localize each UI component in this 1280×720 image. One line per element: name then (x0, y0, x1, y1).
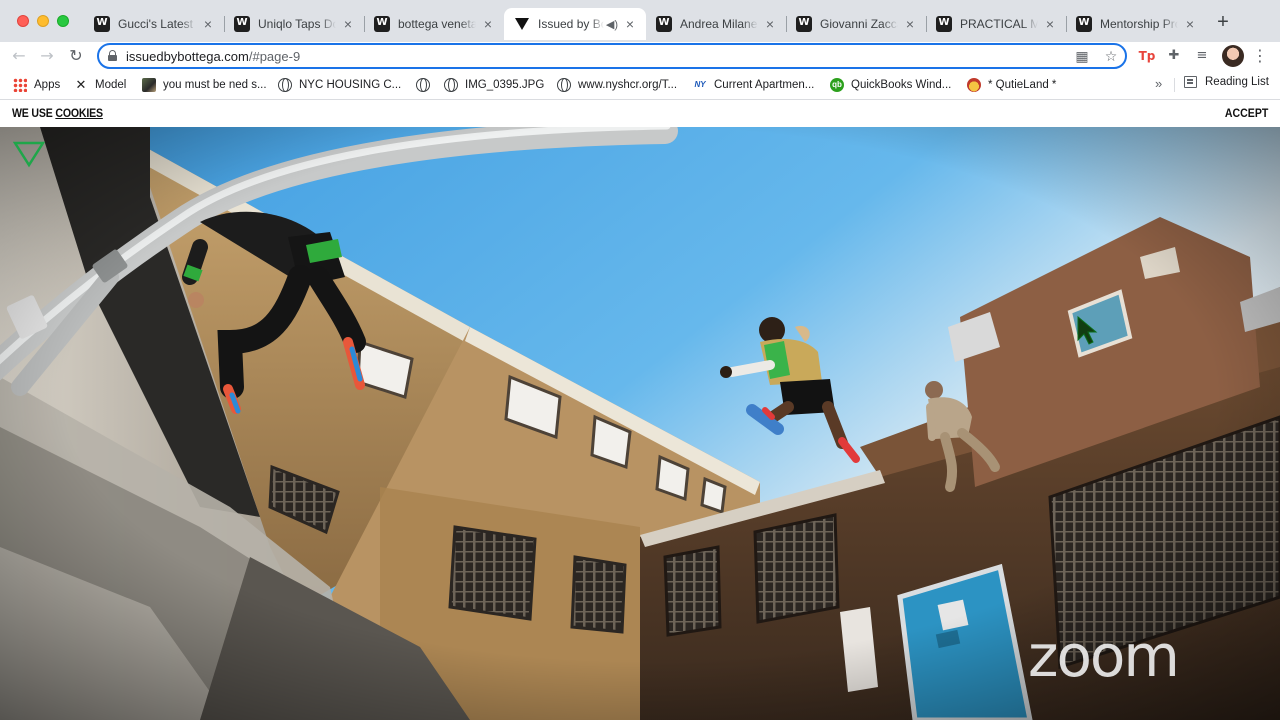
tab-title: Gucci's Latest C (118, 17, 196, 31)
w-favicon-icon (374, 16, 390, 32)
x-icon: ✕ (75, 77, 87, 92)
reload-button[interactable]: ↻ (65, 45, 87, 67)
tab-title: Andrea Milanes (680, 17, 758, 31)
tab-bottega-veneta[interactable]: bottega veneta × (364, 8, 504, 40)
w-favicon-icon (656, 16, 672, 32)
tab-title: Giovanni Zaccar (820, 17, 898, 31)
bookmark-untitled[interactable] (416, 76, 437, 94)
tab-title: PRACTICAL MIN (960, 17, 1038, 31)
tp-extension-icon[interactable]: Tp (1137, 46, 1157, 66)
back-button[interactable]: ← (8, 45, 30, 67)
globe-icon (416, 78, 430, 92)
cookie-notice: WE USE COOKIES (12, 106, 103, 120)
qr-code-icon[interactable]: ▦ (1073, 48, 1091, 66)
globe-icon (557, 78, 571, 92)
tab-close-icon[interactable]: × (1042, 16, 1058, 32)
lock-icon[interactable] (108, 50, 117, 61)
media-queue-icon[interactable]: ≡ (1192, 46, 1212, 66)
zoom-watermark: zoom (1028, 622, 1180, 690)
bookmark-qutieland[interactable]: * QutieLand * (967, 76, 1056, 94)
w-favicon-icon (234, 16, 250, 32)
bookmark-apps[interactable]: Apps (13, 76, 60, 94)
tab-title: Issued by Bo (538, 17, 604, 31)
bookmark-star-icon[interactable]: ☆ (1102, 48, 1120, 66)
w-favicon-icon (796, 16, 812, 32)
bottega-triangle-logo-icon[interactable] (13, 140, 45, 168)
forward-button[interactable]: → (36, 45, 58, 67)
window-minimize-button[interactable] (37, 15, 49, 27)
triangle-favicon-icon (514, 16, 530, 32)
tab-gucci[interactable]: Gucci's Latest C × (84, 8, 224, 40)
accept-cookies-button[interactable]: ACCEPT (1225, 106, 1268, 120)
bookmark-nyshcr[interactable]: www.nyshcr.org/T... (557, 76, 677, 94)
cookie-banner: WE USE COOKIES ACCEPT (0, 100, 1280, 127)
bookmarks-bar: Apps ✕ Model you must be ned s... NYC HO… (0, 70, 1280, 100)
globe-icon (444, 78, 458, 92)
speaker-icon[interactable]: ◀) (606, 18, 618, 31)
address-bar[interactable]: issuedbybottega.com/#page-9 ▦ ☆ (97, 43, 1127, 69)
puzzle-extensions-icon[interactable]: ✚ (1164, 46, 1184, 66)
bookmark-img-0395[interactable]: IMG_0395.JPG (444, 76, 544, 94)
browser-menu-icon[interactable]: ⋮ (1252, 46, 1268, 66)
tab-title: Uniqlo Taps Dor (258, 17, 336, 31)
tab-close-icon[interactable]: × (480, 16, 496, 32)
window-close-button[interactable] (17, 15, 29, 27)
bookmark-nyc-housing[interactable]: NYC HOUSING C... (278, 76, 401, 94)
profile-avatar[interactable] (1222, 45, 1244, 67)
tab-practical-min[interactable]: PRACTICAL MIN × (926, 8, 1066, 40)
new-tab-button[interactable]: + (1213, 12, 1233, 32)
tab-close-icon[interactable]: × (1182, 16, 1198, 32)
tab-close-icon[interactable]: × (622, 16, 638, 32)
bookmark-you-must-be-ned[interactable]: you must be ned s... (142, 76, 267, 94)
globe-icon (278, 78, 292, 92)
tab-andrea-milanesi[interactable]: Andrea Milanes × (646, 8, 786, 40)
ny-logo-icon: NY (694, 80, 706, 89)
tab-issued-by-bottega[interactable]: Issued by Bo ◀) × (504, 8, 646, 40)
w-favicon-icon (94, 16, 110, 32)
window-zoom-button[interactable] (57, 15, 69, 27)
tab-uniqlo[interactable]: Uniqlo Taps Dor × (224, 8, 364, 40)
thumbnail-icon (142, 78, 156, 92)
w-favicon-icon (1076, 16, 1092, 32)
bookmarks-divider (1174, 78, 1175, 92)
bookmark-quickbooks[interactable]: qb QuickBooks Wind... (830, 76, 951, 94)
bookmarks-overflow-button[interactable]: » (1155, 76, 1162, 91)
bookmark-model[interactable]: ✕ Model (74, 76, 127, 94)
tab-close-icon[interactable]: × (762, 16, 778, 32)
bookmark-current-apartments[interactable]: NY Current Apartmen... (693, 76, 814, 94)
tab-mentorship-prog[interactable]: Mentorship Prog × (1066, 8, 1206, 40)
w-favicon-icon (936, 16, 952, 32)
cookies-link[interactable]: COOKIES (55, 106, 103, 120)
reading-list-button[interactable]: Reading List (1184, 76, 1269, 88)
qutieland-icon (967, 78, 981, 92)
tab-title: bottega veneta (398, 17, 476, 31)
url-text[interactable]: issuedbybottega.com/#page-9 (126, 49, 300, 64)
tab-close-icon[interactable]: × (902, 16, 918, 32)
reading-list-icon (1184, 76, 1197, 88)
tab-close-icon[interactable]: × (340, 16, 356, 32)
browser-toolbar: ← → ↻ issuedbybottega.com/#page-9 ▦ ☆ Tp… (0, 42, 1280, 70)
tab-close-icon[interactable]: × (200, 16, 216, 32)
quickbooks-icon: qb (830, 78, 844, 92)
tab-strip: Gucci's Latest C × Uniqlo Taps Dor × bot… (0, 0, 1280, 42)
apps-grid-icon (13, 78, 27, 92)
tab-giovanni-zaccar[interactable]: Giovanni Zaccar × (786, 8, 926, 40)
tab-title: Mentorship Prog (1100, 17, 1178, 31)
